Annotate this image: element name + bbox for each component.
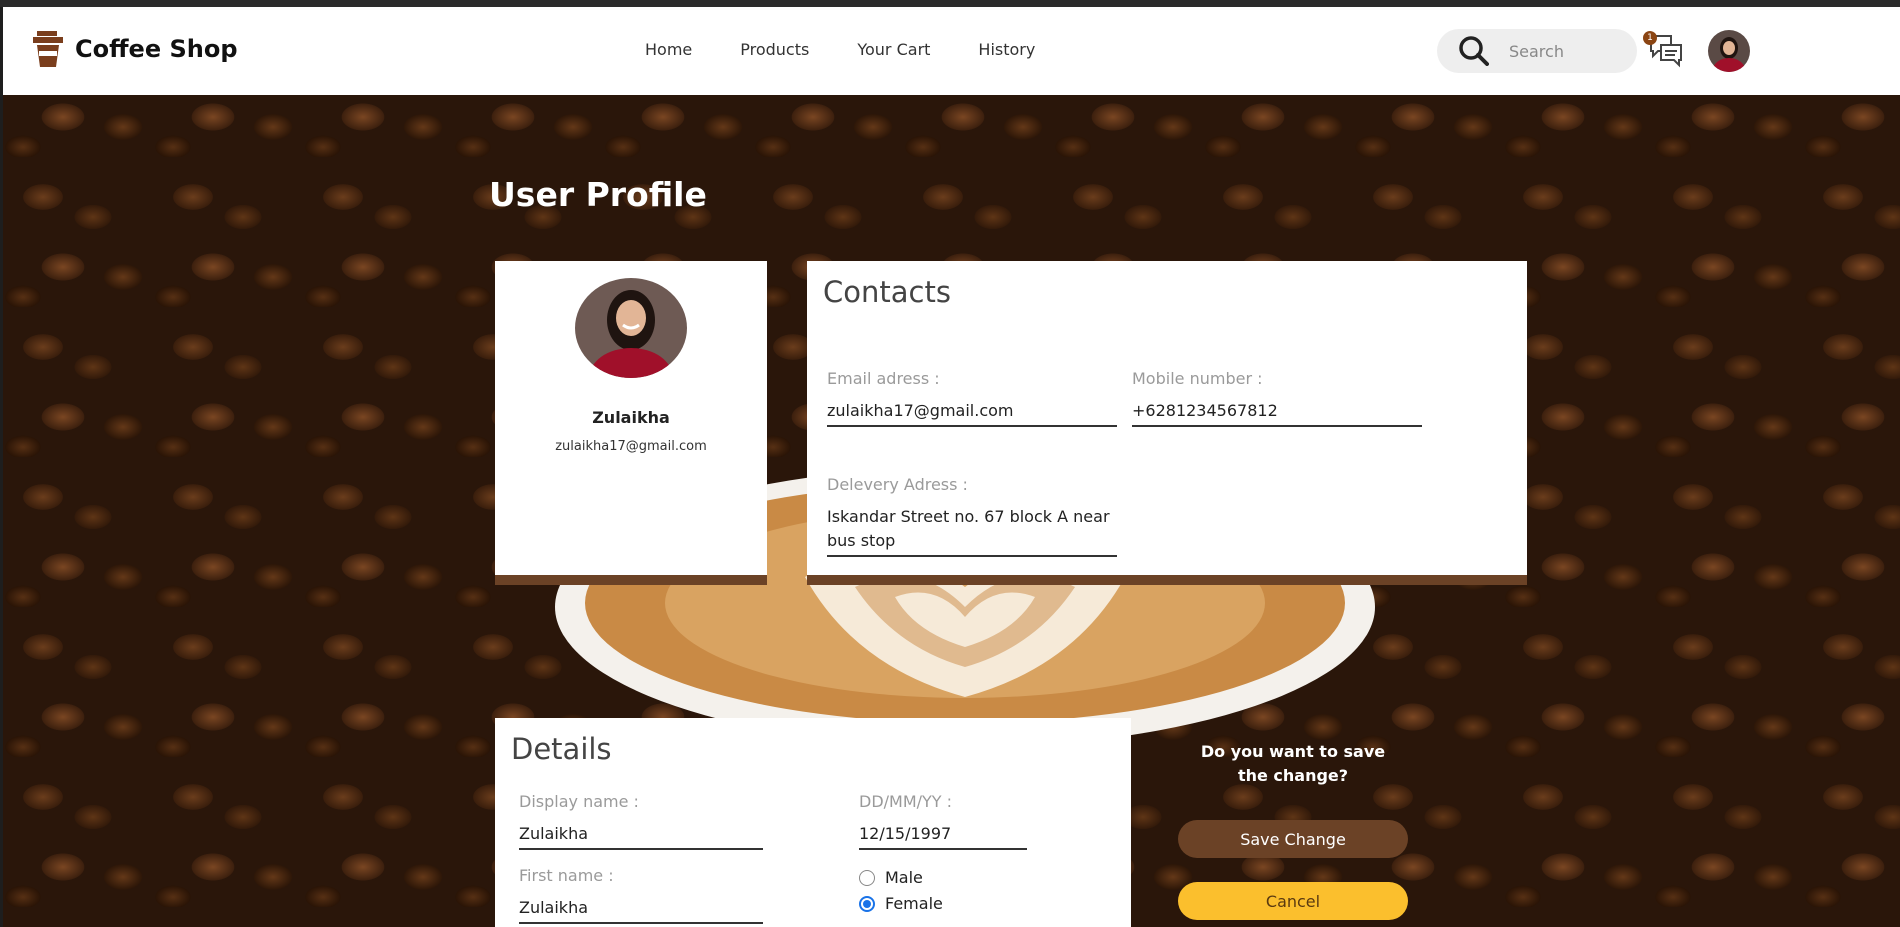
radio-circle[interactable] xyxy=(859,869,875,886)
radio-circle-selected[interactable] xyxy=(859,895,875,912)
avatar[interactable] xyxy=(1708,30,1750,72)
nav-your-cart[interactable]: Your Cart xyxy=(857,40,930,59)
dob-field[interactable]: 12/15/1997 xyxy=(859,822,1027,850)
coffee-cup-icon xyxy=(33,31,63,67)
first-name-field[interactable]: Zulaikha xyxy=(519,896,763,924)
gender-male-radio[interactable]: Male xyxy=(859,868,923,887)
chat-button[interactable]: 1 xyxy=(1643,31,1683,69)
main-nav: Home Products Your Cart History xyxy=(645,40,1035,59)
profile-photo xyxy=(575,278,687,378)
page-title: User Profile xyxy=(489,175,707,214)
gender-female-label: Female xyxy=(885,894,943,913)
details-card: Details Display name : Zulaikha DD/MM/YY… xyxy=(495,718,1131,927)
mobile-label: Mobile number : xyxy=(1132,369,1263,388)
notification-badge: 1 xyxy=(1643,31,1657,45)
display-name-label: Display name : xyxy=(519,792,639,811)
address-field[interactable]: Iskandar Street no. 67 block A near bus … xyxy=(827,505,1117,557)
card-accent-bar xyxy=(495,575,767,585)
top-navbar: Coffee Shop Home Products Your Cart Hist… xyxy=(3,7,1900,95)
save-change-button[interactable]: Save Change xyxy=(1178,820,1408,858)
profile-avatar xyxy=(575,278,687,378)
card-accent-bar xyxy=(807,575,1527,585)
email-label: Email adress : xyxy=(827,369,940,388)
nav-history[interactable]: History xyxy=(978,40,1035,59)
cancel-button[interactable]: Cancel xyxy=(1178,882,1408,920)
profile-email: zulaikha17@gmail.com xyxy=(555,439,707,454)
window-top-strip xyxy=(0,0,1900,7)
profile-name: Zulaikha xyxy=(592,408,670,427)
save-prompt: Do you want to save the change? xyxy=(1200,742,1386,785)
contacts-card: Contacts Email adress : zulaikha17@gmail… xyxy=(807,261,1527,585)
nav-products[interactable]: Products xyxy=(740,40,809,59)
gender-female-radio[interactable]: Female xyxy=(859,894,943,913)
display-name-field[interactable]: Zulaikha xyxy=(519,822,763,850)
brand-name: Coffee Shop xyxy=(75,35,238,63)
contacts-title: Contacts xyxy=(823,275,951,309)
details-title: Details xyxy=(511,732,612,766)
avatar-image xyxy=(1708,30,1750,72)
profile-card: Zulaikha zulaikha17@gmail.com xyxy=(495,261,767,585)
search-input[interactable] xyxy=(1509,41,1619,61)
first-name-label: First name : xyxy=(519,866,614,885)
dob-label: DD/MM/YY : xyxy=(859,792,953,811)
page-background: Coffee Shop Home Products Your Cart Hist… xyxy=(3,7,1900,927)
email-field[interactable]: zulaikha17@gmail.com xyxy=(827,399,1117,427)
search-bar[interactable] xyxy=(1437,29,1637,73)
address-label: Delevery Adress : xyxy=(827,475,968,494)
gender-male-label: Male xyxy=(885,868,923,887)
brand[interactable]: Coffee Shop xyxy=(33,31,238,67)
nav-home[interactable]: Home xyxy=(645,40,692,59)
mobile-field[interactable]: +6281234567812 xyxy=(1132,399,1422,427)
search-icon[interactable] xyxy=(1459,36,1489,66)
